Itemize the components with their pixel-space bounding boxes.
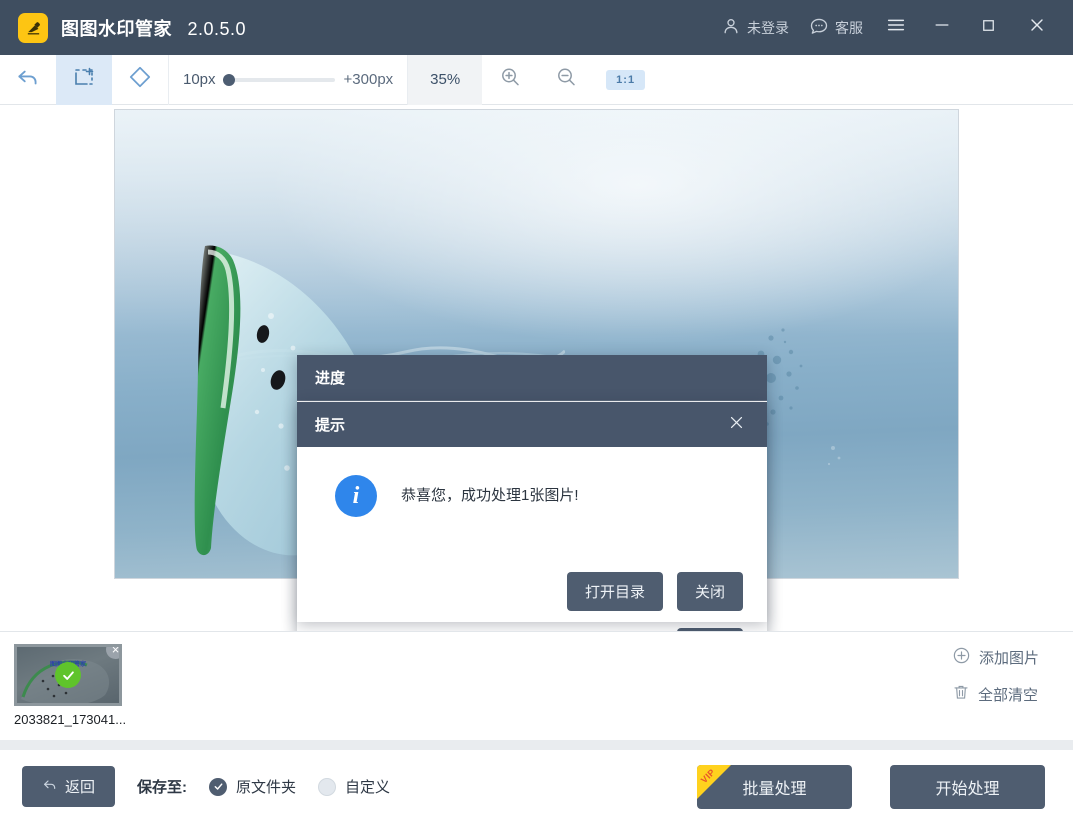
zoom-in-icon: [498, 65, 522, 94]
application-window: 图图水印管家 2.0.5.0 未登录 客服 10px +300px 35% 1:…: [0, 0, 1073, 823]
plus-circle-icon: [952, 646, 971, 669]
save-option-custom[interactable]: 自定义: [318, 776, 390, 797]
zoom-out-button[interactable]: [538, 55, 594, 105]
support-button[interactable]: 客服: [799, 8, 873, 48]
batch-process-button[interactable]: VIP 批量处理: [697, 764, 852, 809]
batch-process-label: 批量处理: [742, 780, 807, 798]
alert-dialog: 提示 i 恭喜您，成功处理1张图片! 打开目录 关闭: [297, 402, 767, 622]
footer-bar: 返回 保存至: 原文件夹 自定义 VIP 批量处理 开始处理: [0, 750, 1073, 823]
save-option-original[interactable]: 原文件夹: [209, 776, 296, 797]
remove-thumbnail-button[interactable]: ×: [106, 647, 119, 659]
maximize-button[interactable]: [965, 8, 1011, 48]
eraser-icon: [127, 64, 153, 95]
add-image-button[interactable]: 添加图片: [952, 646, 1039, 669]
back-button-label: 返回: [65, 779, 96, 796]
zoom-out-icon: [554, 65, 578, 94]
stop-button[interactable]: 停止: [676, 628, 743, 631]
thumbnail-actions: 添加图片 全部清空: [952, 646, 1039, 705]
alert-dialog-close-icon[interactable]: [722, 410, 751, 439]
eraser-tool-button[interactable]: [112, 55, 168, 105]
brush-size-max-label: +300px: [343, 71, 394, 88]
app-version: 2.0.5.0: [187, 18, 247, 39]
close-dialog-button[interactable]: 关闭: [676, 571, 743, 611]
person-icon: [721, 16, 741, 39]
alert-dialog-body: i 恭喜您，成功处理1张图片!: [297, 447, 767, 560]
back-arrow-icon: [42, 777, 58, 797]
clear-all-button[interactable]: 全部清空: [952, 683, 1039, 705]
minimize-icon: [932, 15, 952, 40]
save-option-original-label: 原文件夹: [236, 779, 297, 796]
bubble-cluster-2: [827, 446, 841, 466]
trash-icon: [952, 683, 970, 705]
progress-dialog-header: 进度: [297, 355, 767, 401]
app-logo-icon: [18, 12, 48, 43]
close-icon: [1027, 15, 1047, 40]
app-name: 图图水印管家: [61, 18, 172, 39]
minimize-button[interactable]: [919, 8, 965, 48]
open-directory-button[interactable]: 打开目录: [566, 571, 663, 611]
hamburger-icon: [885, 14, 907, 41]
close-button[interactable]: [1011, 8, 1063, 48]
footer-divider: [0, 740, 1073, 750]
alert-message: 恭喜您，成功处理1张图片!: [401, 487, 579, 504]
radio-unselected-icon: [318, 777, 337, 796]
check-icon: [55, 662, 81, 688]
undo-arrow-icon: [15, 64, 41, 95]
undo-button[interactable]: [0, 55, 56, 105]
selection-add-tool-button[interactable]: [56, 54, 112, 105]
title-bar: 图图水印管家 2.0.5.0 未登录 客服: [0, 0, 1073, 55]
alert-dialog-title: 提示: [315, 417, 346, 434]
selection-add-icon: [72, 65, 96, 94]
chat-bubble-icon: [809, 16, 829, 39]
brush-size-slider-handle[interactable]: [222, 73, 235, 86]
start-process-button[interactable]: 开始处理: [890, 764, 1045, 809]
alert-dialog-footer: 打开目录 关闭: [297, 560, 767, 622]
thumbnail-filename: 2033821_173041...: [14, 712, 127, 727]
add-image-label: 添加图片: [978, 650, 1039, 667]
support-label: 客服: [835, 19, 863, 36]
alert-dialog-header: 提示: [297, 402, 767, 447]
zoom-level-display: 35%: [408, 54, 483, 105]
page-title: 图图水印管家 2.0.5.0: [61, 15, 246, 41]
radio-selected-icon: [209, 777, 228, 796]
login-status-button[interactable]: 未登录: [711, 8, 799, 48]
actual-size-button[interactable]: 1:1: [606, 69, 646, 90]
brush-size-slider[interactable]: [222, 73, 335, 86]
thumbnail-strip: 图图水印管家 × 2033821_173041...: [0, 631, 1073, 740]
brush-size-slider-group: 10px +300px: [169, 55, 407, 105]
editor-toolbar: 10px +300px 35% 1:1: [0, 54, 1073, 105]
menu-button[interactable]: [873, 8, 919, 48]
save-option-custom-label: 自定义: [345, 779, 391, 796]
canvas-area: 白色的水印，请勾选此处 进度 停止 提示: [0, 105, 1073, 631]
thumbnail-image[interactable]: 图图水印管家 ×: [14, 644, 122, 706]
progress-dialog-title: 进度: [315, 370, 346, 387]
zoom-in-button[interactable]: [482, 55, 538, 105]
back-button[interactable]: 返回: [22, 766, 116, 807]
save-to-label: 保存至:: [137, 779, 188, 796]
clear-all-label: 全部清空: [977, 686, 1038, 704]
maximize-icon: [979, 16, 998, 40]
login-status-label: 未登录: [747, 19, 789, 36]
brush-size-min-label: 10px: [183, 71, 216, 88]
info-icon: i: [335, 475, 377, 517]
list-item[interactable]: 图图水印管家 × 2033821_173041...: [14, 644, 134, 727]
